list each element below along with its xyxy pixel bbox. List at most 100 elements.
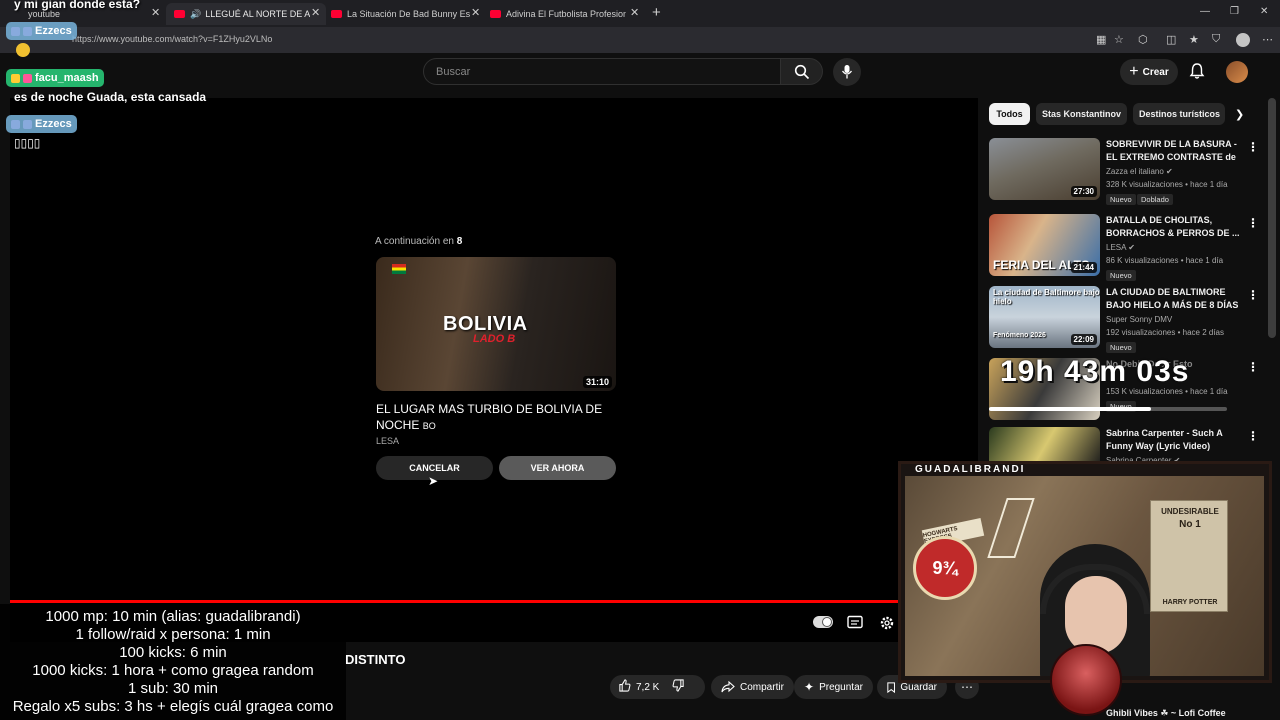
next-video-thumbnail[interactable]: BOLIVIA LADO B 31:10: [376, 257, 616, 391]
recommended-channel[interactable]: LESA ✔: [1106, 243, 1135, 252]
tab-title: Adivina El Futbolista Profesional c: [506, 9, 626, 19]
video-menu-icon[interactable]: ⋮: [1247, 288, 1259, 302]
share-arrow-icon: [721, 681, 735, 693]
tab-bad-bunny[interactable]: La Situación De Bad Bunny Es Trist: [331, 3, 471, 25]
rule-line: 1000 kicks: 1 hora + como gragea random: [32, 662, 314, 679]
app-available-icon[interactable]: ▦: [1096, 33, 1106, 46]
bookmark-icon: [887, 681, 895, 693]
vtuber-avatar: [1050, 644, 1122, 716]
video-menu-icon[interactable]: ⋮: [1247, 140, 1259, 154]
recommended-title[interactable]: Ghibli Vibes ☘ ~ Lofi Coffee: [1106, 707, 1242, 720]
create-button[interactable]: + Crear: [1120, 59, 1178, 85]
up-next-text: A continuación en: [375, 236, 454, 247]
create-label: Crear: [1142, 66, 1169, 78]
watch-now-button[interactable]: VER AHORA: [499, 456, 616, 480]
account-avatar[interactable]: [1226, 61, 1248, 83]
subtitles-icon[interactable]: [847, 615, 863, 629]
next-video-title[interactable]: EL LUGAR MAS TURBIO DE BOLIVIA DE NOCHE …: [376, 401, 606, 434]
chat-username: Ezzecs: [6, 22, 77, 40]
up-next-label: A continuación en 8: [375, 236, 462, 247]
close-tab-icon[interactable]: ✕: [471, 6, 480, 19]
tab-current-video[interactable]: 🔊 LLEGUÉ AL NORTE DE ARGEN: [166, 3, 326, 25]
video-title: DISTINTO: [345, 652, 406, 667]
recommended-channel[interactable]: Zazza el italiano ✔: [1106, 167, 1173, 176]
close-tab-icon[interactable]: ✕: [630, 6, 639, 19]
video-menu-icon[interactable]: ⋮: [1247, 360, 1259, 374]
url-field[interactable]: https://www.youtube.com/watch?v=F1ZHyu2V…: [72, 34, 272, 44]
next-video-title-text: EL LUGAR MAS TURBIO DE BOLIVIA DE NOCHE: [376, 402, 603, 432]
close-tab-icon[interactable]: ✕: [311, 6, 320, 19]
chip-destinos-turisticos[interactable]: Destinos turísticos: [1133, 103, 1225, 125]
autoplay-toggle[interactable]: [813, 616, 833, 628]
recommended-title[interactable]: Sabrina Carpenter - Such A Funny Way (Ly…: [1106, 427, 1242, 453]
search-input[interactable]: Buscar: [436, 66, 470, 78]
search-box[interactable]: Buscar: [423, 58, 781, 85]
video-menu-icon[interactable]: ⋮: [1247, 429, 1259, 443]
favorite-star-icon[interactable]: ☆: [1114, 33, 1124, 46]
platform-sign: 9¾: [913, 536, 977, 600]
sparkle-icon: ✦: [804, 680, 815, 694]
chat-username: Ezzecs: [6, 115, 77, 133]
channel-name: Zazza el italiano: [1106, 167, 1164, 176]
browser-menu-icon[interactable]: ⋯: [1262, 33, 1273, 46]
wanted-poster: UNDESIRABLE No 1 HARRY POTTER: [1150, 500, 1228, 612]
share-button[interactable]: Compartir: [711, 675, 794, 699]
search-button[interactable]: [781, 58, 823, 85]
rule-line: 100 kicks: 6 min: [119, 644, 227, 661]
recommended-title[interactable]: BATALLA DE CHOLITAS, BORRACHOS & PERROS …: [1106, 214, 1242, 240]
dislike-button[interactable]: [672, 679, 685, 695]
tab-title: La Situación De Bad Bunny Es Trist: [347, 9, 471, 19]
like-dislike-group: 7,2 K: [610, 675, 705, 699]
rule-line: Regalo x5 subs: 3 hs + elegís cuál grage…: [12, 698, 334, 715]
recommended-thumbnail[interactable]: FERIA DEL ALTO 21:44: [989, 214, 1100, 276]
thumbs-up-icon: [619, 679, 631, 692]
poster-line: No 1: [1179, 519, 1201, 530]
browser-profile-avatar[interactable]: [1236, 33, 1250, 47]
favorites-icon[interactable]: ★: [1189, 33, 1199, 46]
chat-username: facu_maash: [6, 69, 104, 87]
extension-icon[interactable]: ⬡: [1138, 33, 1148, 46]
like-button[interactable]: [618, 679, 631, 695]
youtube-favicon-icon: [174, 10, 185, 18]
address-bar: https://www.youtube.com/watch?v=F1ZHyu2V…: [0, 27, 1280, 53]
like-count: 7,2 K: [636, 681, 660, 693]
chevron-right-icon[interactable]: ❯: [1235, 108, 1244, 121]
verified-icon: ✔: [1166, 167, 1173, 176]
video-progress-bar[interactable]: [10, 600, 898, 603]
recommended-meta: 86 K visualizaciones • hace 1 día: [1106, 256, 1224, 265]
notifications-bell-icon[interactable]: [1189, 62, 1205, 80]
recommended-title[interactable]: SOBREVIVIR DE LA BASURA - EL EXTREMO CON…: [1106, 138, 1242, 164]
sub-badge-icon: [11, 26, 20, 36]
settings-gear-icon[interactable]: [879, 615, 895, 631]
duration-badge: 27:30: [1070, 186, 1097, 197]
share-label: Compartir: [740, 681, 784, 693]
shield-icon[interactable]: ⛉: [1212, 33, 1220, 46]
recommended-channel[interactable]: Super Sonny DMV: [1106, 315, 1172, 324]
recommended-title[interactable]: LA CIUDAD DE BALTIMORE BAJO HIELO A MÁS …: [1106, 286, 1242, 312]
recommended-meta: 328 K visualizaciones • hace 1 día: [1106, 180, 1228, 189]
split-screen-icon[interactable]: ◫: [1166, 33, 1176, 46]
page-scrollbar[interactable]: [1268, 98, 1276, 338]
new-tab-icon[interactable]: +: [652, 4, 661, 21]
bolivia-flag-icon: [392, 264, 406, 274]
video-menu-icon[interactable]: ⋮: [1247, 216, 1259, 230]
close-tab-icon[interactable]: ✕: [151, 6, 160, 19]
tab-title: LLEGUÉ AL NORTE DE ARGEN: [205, 9, 311, 19]
recommended-thumbnail[interactable]: 27:30: [989, 138, 1100, 200]
ask-button[interactable]: ✦ Preguntar: [794, 675, 873, 699]
chip-stas-konstantinov[interactable]: Stas Konstantinov: [1036, 103, 1127, 125]
new-badge: Nuevo: [1106, 342, 1136, 353]
voice-search-button[interactable]: [833, 58, 861, 86]
maximize-icon[interactable]: ❐: [1230, 6, 1239, 17]
chat-message: y mi gian donde esta?: [14, 0, 141, 11]
chip-todos[interactable]: Todos: [989, 103, 1030, 125]
minimize-icon[interactable]: —: [1200, 6, 1210, 17]
recommended-thumbnail[interactable]: La ciudad de Baltimore bajo hielo Fenóme…: [989, 286, 1100, 348]
chat-message: es de noche Guada, esta cansada: [14, 90, 207, 104]
gift-badge-icon: [23, 73, 32, 83]
new-badge: Nuevo: [1106, 270, 1136, 281]
close-window-icon[interactable]: ✕: [1260, 6, 1268, 17]
tab-futbolista[interactable]: Adivina El Futbolista Profesional c: [490, 3, 626, 25]
thumbs-down-icon: [672, 679, 685, 692]
next-video-channel[interactable]: LESA: [376, 436, 399, 446]
